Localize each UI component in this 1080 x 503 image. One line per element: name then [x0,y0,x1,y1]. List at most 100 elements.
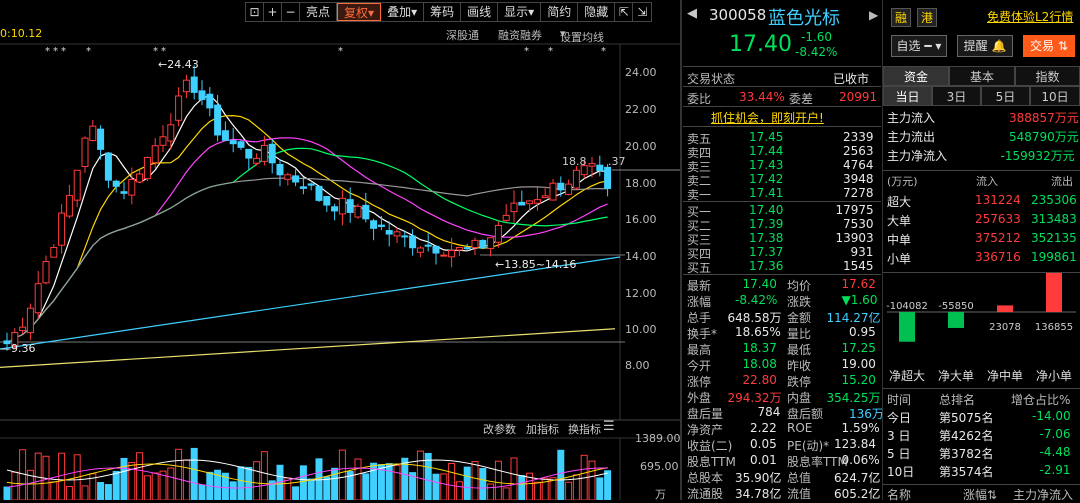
candle-body [260,144,268,162]
candle-body [167,124,175,142]
buy-level-volume: 17975 [835,203,874,217]
flow-row-in: 257633 [975,212,1021,226]
sell-level-volume: 2563 [843,144,874,158]
vol-ma10-line [6,463,608,485]
quote-panel: ◀ 300058 蓝色光标 ▶ 17.40 -1.60 -8.42% 交易状态 … [683,0,884,501]
sell-level-volume: 3948 [843,172,874,186]
volume-bar [182,459,190,500]
low-marker: ←13.85~14.16 [495,258,577,271]
y-label-18: 18.00 [625,177,657,190]
volume-bar [65,486,73,500]
flow-bar-value: 136855 [1035,322,1073,333]
stat-label: 涨跌 [787,295,812,309]
tab-today[interactable]: 当日 [883,86,932,106]
stock-change: -1.60 [801,30,833,44]
volume-bar [565,481,573,500]
y-label-8: 8.00 [625,359,650,372]
kline-chart-panel[interactable]: ⊡ + − 亮点 复权▾ 叠加▾ 筹码 画线 显示▾ 简约 隐藏 ⇱ ⇲ 0:1… [0,0,681,501]
tab-capital[interactable]: 资金 [883,66,949,86]
vol-add-indicator-button[interactable]: 加指标 [526,421,559,437]
stat-value: 17.40 [742,277,777,291]
ma10-line [6,114,608,345]
candle-body [34,283,42,314]
rank-row-rank: 第3782名 [939,447,994,461]
buy-level-price: 17.38 [749,231,784,245]
rank-row-ratio: -2.91 [1039,463,1071,477]
stat-value: 18.08 [742,357,777,371]
volume-bar [81,485,89,500]
flow-bar [1046,272,1062,312]
volume-bar [260,451,268,500]
candle-body [346,199,354,213]
stat-value: 35.90亿 [735,471,782,485]
candle-body [221,130,229,141]
sell-level-price: 17.43 [749,158,784,172]
trade-button[interactable]: 交易 ⇅ [1023,35,1075,57]
candle-body [104,152,112,181]
vol-switch-indicator-button[interactable]: 换指标 [568,421,601,437]
stat-label: 换手* [687,327,718,341]
candle-body [338,197,346,215]
candle-body [510,202,518,213]
tab-5day[interactable]: 5日 [981,86,1030,106]
weicha-label: 委差 [789,92,814,106]
stat-value: -8.42% [735,293,778,307]
rank-row-ratio: -7.06 [1039,427,1071,441]
chevron-right-icon[interactable]: ▶ [869,8,878,22]
candle-body [89,125,97,142]
sell-level-price: 17.42 [749,172,784,186]
volume-bar [393,464,401,500]
tab-basic[interactable]: 基本 [949,66,1015,86]
flow-bar-value: -55850 [938,301,973,312]
list-icon[interactable]: ☰ [603,419,615,434]
stat-label: 总值 [787,471,812,485]
y-label-16: 16.00 [625,213,657,226]
flow-row-in: 131224 [975,193,1021,207]
stat-label: 净资产 [687,423,724,437]
candle-body [159,136,167,146]
stat-value: 294.32万 [727,391,782,405]
candle-body [190,76,198,93]
volume-bar [97,482,105,500]
stat-label: ROE [787,421,813,435]
chevron-left-icon[interactable]: ◀ [687,6,697,21]
flow-value: 548790万元 [1009,130,1079,144]
tab-3day[interactable]: 3日 [932,86,981,106]
col-change[interactable]: 涨幅⇅ [963,486,997,503]
add-watchlist-button[interactable]: 自选 ━ ▾ [891,35,947,57]
l2-trial-link[interactable]: 免费体验L2行情 [987,8,1073,25]
stat-label: 跌停 [787,375,812,389]
col-net-inflow[interactable]: 主力净流入 [1013,486,1073,503]
candle-body [151,145,159,164]
tab-10day[interactable]: 10日 [1030,86,1080,106]
status-value: 已收市 [833,72,870,86]
remind-button[interactable]: 提醒 🔔 [957,35,1013,57]
volume-bar [448,462,456,500]
volume-bar [463,466,471,500]
svg-text:*: * [161,46,166,57]
candle-body [331,206,339,212]
flow-label: 主力流出 [887,130,936,144]
stat-label: 盘后额 [787,407,824,421]
stat-value: ▼1.60 [841,293,878,307]
buy-level-volume: 13903 [835,231,874,245]
weibi-label: 委比 [687,92,712,106]
candle-body [557,182,565,191]
volume-bar [245,466,253,500]
vol-param-button[interactable]: 改参数 [483,421,516,437]
volume-bar [190,447,198,500]
flow-row-out: 199861 [1031,250,1077,264]
rank-row-rank: 第4262名 [939,429,994,443]
candle-body [136,173,144,183]
tab-index[interactable]: 指数 [1015,66,1080,86]
flow-row-label: 中单 [887,233,912,247]
buy-level-price: 17.39 [749,217,784,231]
stock-price: 17.40 [729,32,792,57]
rank-row-rank: 第5075名 [939,411,994,425]
col-name[interactable]: 名称 [887,486,911,503]
candle-body [409,235,417,249]
volume-bar [479,468,487,500]
svg-text:*: * [601,46,606,57]
candle-body [299,186,307,189]
open-account-link[interactable]: 抓住机会，即刻开户! [711,109,824,126]
